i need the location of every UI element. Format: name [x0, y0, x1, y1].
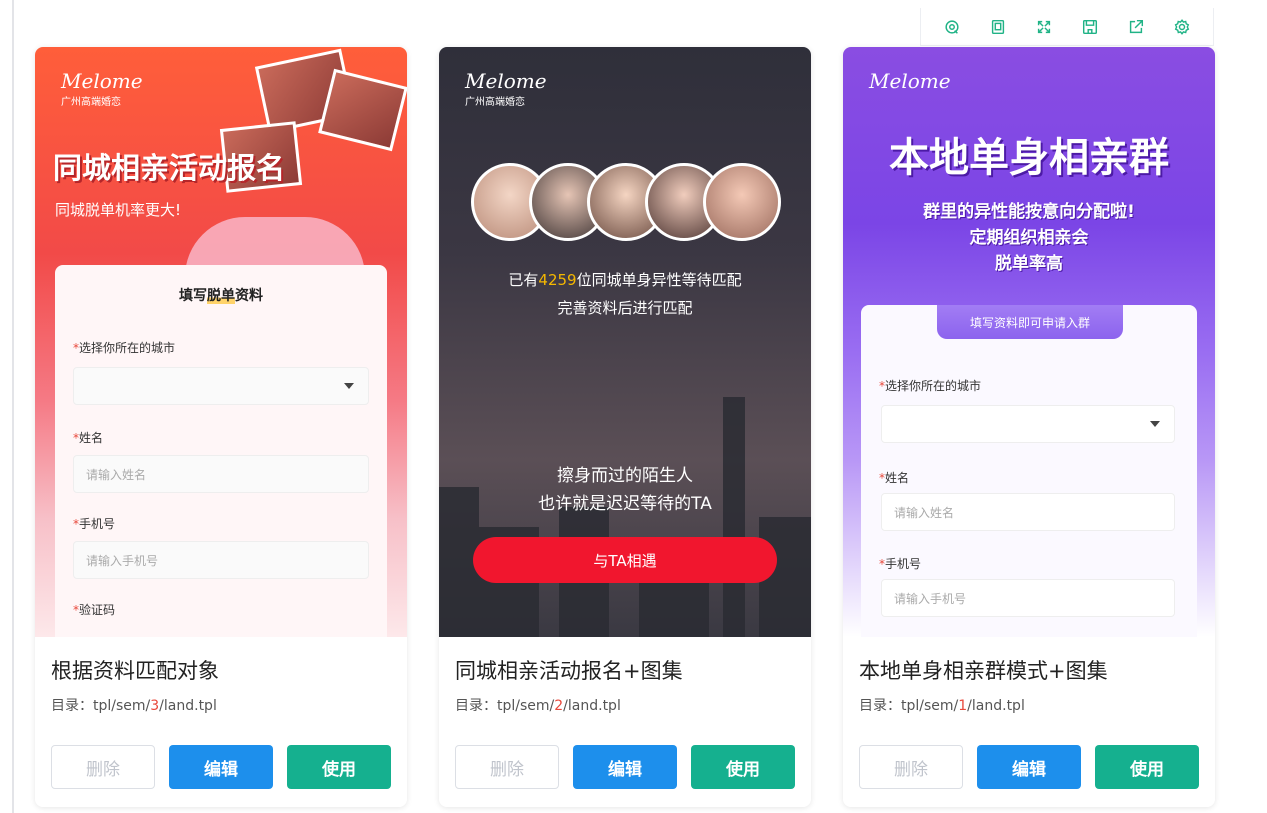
template-preview[interactable]: Melome 广州高端婚恋 同城相亲活动报名 同城脱单机率更大! 填写脱单资料 … [35, 47, 407, 637]
name-input[interactable]: 请输入姓名 [881, 493, 1175, 531]
delete-button[interactable]: 删除 [859, 745, 963, 789]
toolbar [920, 8, 1214, 46]
fullscreen-icon[interactable] [1033, 16, 1055, 38]
brand-logo: Melome 广州高端婚恋 [61, 69, 143, 108]
card-info: 本地单身相亲群模式+图集 目录：tpl/sem/1/land.tpl 删除 编辑… [843, 637, 1215, 807]
card-path: 目录：tpl/sem/2/land.tpl [455, 698, 621, 714]
preview-headline: 同城相亲活动报名 [53, 151, 286, 185]
city-silhouette [723, 397, 745, 637]
card-info: 根据资料匹配对象 目录：tpl/sem/3/land.tpl 删除 编辑 使用 [35, 637, 407, 807]
name-input[interactable]: 请输入姓名 [73, 455, 369, 493]
name-label: *姓名 [879, 471, 910, 485]
signup-form: 填写脱单资料 *选择你所在的城市 *姓名 请输入姓名 *手机号 请输入手机号 *… [55, 265, 387, 637]
member-avatar [703, 163, 781, 241]
city-select[interactable] [881, 405, 1175, 443]
template-preview[interactable]: Melome 本地单身相亲群 群里的异性能按意向分配啦! 定期组织相亲会 脱单率… [843, 47, 1215, 637]
delete-button[interactable]: 删除 [51, 745, 155, 789]
delete-button[interactable]: 删除 [455, 745, 559, 789]
phone-input[interactable]: 请输入手机号 [881, 579, 1175, 617]
settings-icon[interactable] [1171, 16, 1193, 38]
quote-line-1: 擦身而过的陌生人 [557, 466, 693, 486]
preview-subline-2: 定期组织相亲会 [969, 228, 1089, 248]
photo-collage [318, 68, 407, 152]
edit-button[interactable]: 编辑 [573, 745, 677, 789]
card-title: 根据资料匹配对象 [51, 659, 219, 683]
signup-form: 填写资料即可申请入群 *选择你所在的城市 *姓名 请输入姓名 *手机号 请输入手… [861, 305, 1197, 637]
code-label: *验证码 [73, 603, 116, 617]
template-card: Melome 广州高端婚恋 同城相亲活动报名 同城脱单机率更大! 填写脱单资料 … [35, 47, 407, 807]
city-label: *选择你所在的城市 [73, 341, 176, 355]
use-button[interactable]: 使用 [287, 745, 391, 789]
export-icon[interactable] [1125, 16, 1147, 38]
phone-label: *手机号 [879, 557, 922, 571]
left-divider [12, 0, 14, 813]
preview-subline: 同城脱单机率更大! [55, 201, 182, 219]
brand-logo: Melome [869, 69, 951, 93]
preview-headline: 本地单身相亲群 [889, 135, 1169, 181]
name-label: *姓名 [73, 431, 104, 445]
preview-subline-3: 脱单率高 [995, 254, 1063, 274]
waiting-count-text: 已有4259位同城单身异性等待匹配 [508, 271, 742, 289]
form-title: 填写脱单资料 [179, 288, 263, 304]
use-button[interactable]: 使用 [1095, 745, 1199, 789]
card-path: 目录：tpl/sem/1/land.tpl [859, 698, 1025, 714]
phone-input[interactable]: 请输入手机号 [73, 541, 369, 579]
phone-label: *手机号 [73, 517, 116, 531]
card-title: 本地单身相亲群模式+图集 [859, 659, 1108, 683]
card-title: 同城相亲活动报名+图集 [455, 659, 683, 683]
brand-logo: Melome 广州高端婚恋 [465, 69, 547, 108]
refresh-icon[interactable] [941, 16, 963, 38]
city-label: *选择你所在的城市 [879, 379, 982, 393]
use-button[interactable]: 使用 [691, 745, 795, 789]
city-select[interactable] [73, 367, 369, 405]
quote-line-2: 也许就是迟迟等待的TA [538, 494, 712, 514]
template-preview[interactable]: Melome 广州高端婚恋 已有4259位同城单身异性等待匹配 完善资料后进行匹… [439, 47, 811, 637]
template-card: Melome 广州高端婚恋 已有4259位同城单身异性等待匹配 完善资料后进行匹… [439, 47, 811, 807]
card-path: 目录：tpl/sem/3/land.tpl [51, 698, 217, 714]
chevron-down-icon [1150, 421, 1160, 427]
chevron-down-icon [344, 383, 354, 389]
edit-button[interactable]: 编辑 [977, 745, 1081, 789]
complete-profile-text: 完善资料后进行匹配 [557, 299, 693, 317]
copy-icon[interactable] [987, 16, 1009, 38]
edit-button[interactable]: 编辑 [169, 745, 273, 789]
meet-button[interactable]: 与TA相遇 [473, 537, 777, 583]
card-info: 同城相亲活动报名+图集 目录：tpl/sem/2/land.tpl 删除 编辑 … [439, 637, 811, 807]
save-icon[interactable] [1079, 16, 1101, 38]
preview-subline-1: 群里的异性能按意向分配啦! [923, 202, 1135, 222]
template-card: Melome 本地单身相亲群 群里的异性能按意向分配啦! 定期组织相亲会 脱单率… [843, 47, 1215, 807]
form-tab: 填写资料即可申请入群 [937, 305, 1123, 339]
